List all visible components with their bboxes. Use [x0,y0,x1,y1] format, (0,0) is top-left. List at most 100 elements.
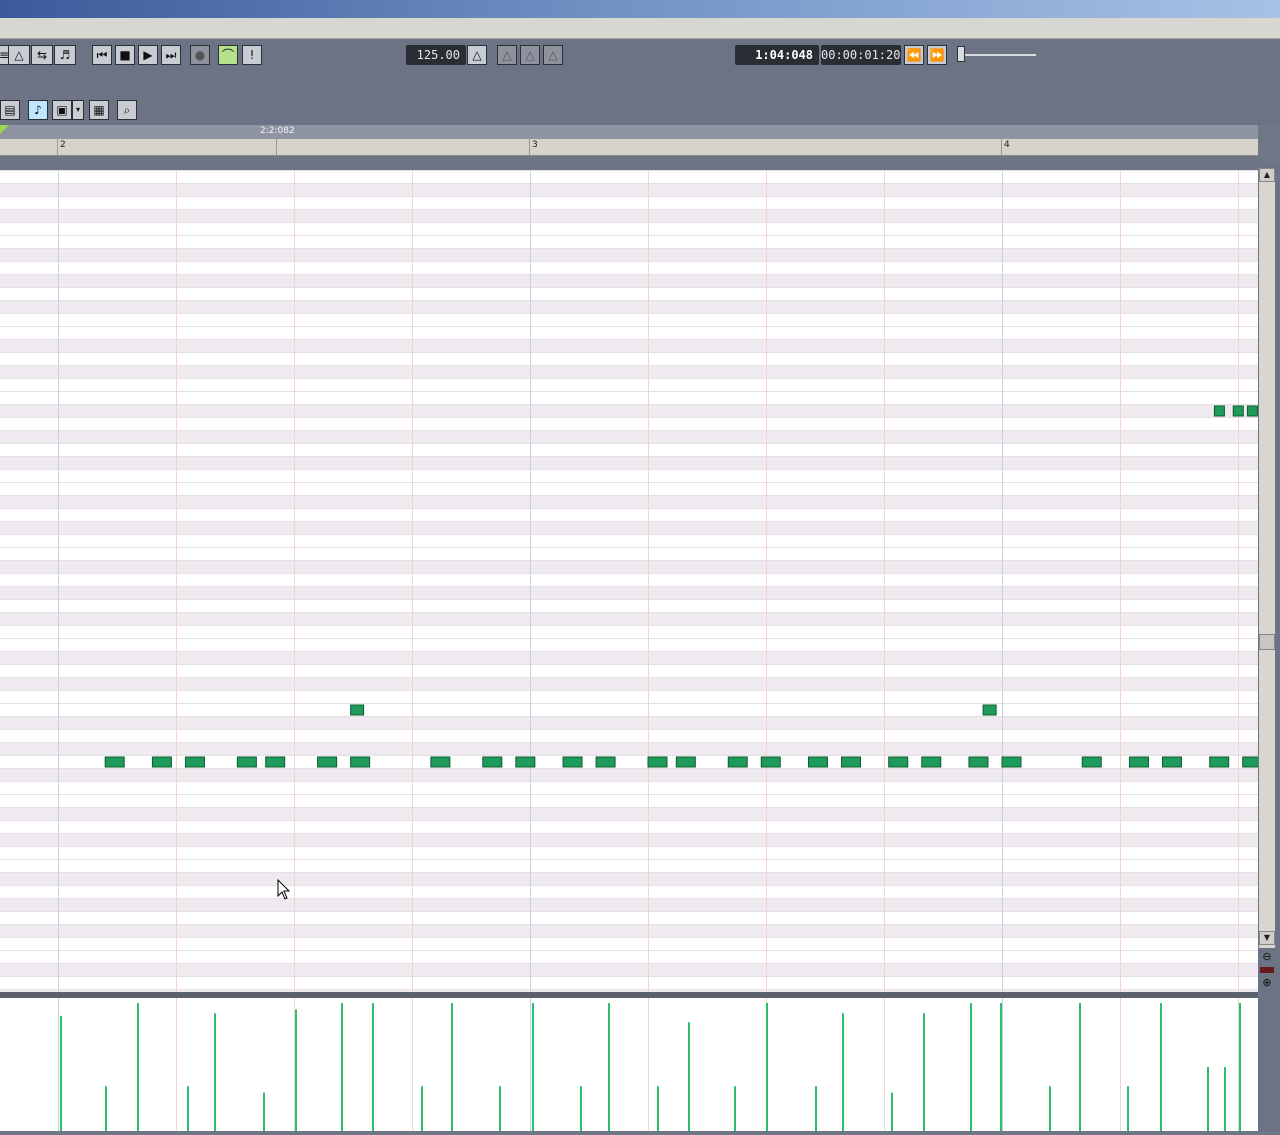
position-readout[interactable]: 1:04:048 [735,45,819,65]
midi-note-low [265,756,286,768]
key-row [0,950,1258,963]
position-slider-track[interactable] [960,54,1036,56]
midi-note-low [888,756,909,768]
velocity-canvas[interactable] [0,998,1258,1131]
midi-note-low [1081,756,1102,768]
velocity-lane[interactable] [0,998,1258,1131]
punch-button[interactable]: ! [242,45,262,65]
ruler-bar-4: 4 [1004,140,1010,150]
track-pane-button[interactable]: ▤ [0,100,20,120]
tempo-readout[interactable]: 125.00 [406,45,466,65]
key-row [0,690,1258,703]
key-row [0,547,1258,560]
search-icon: ⌕ [123,103,131,117]
ruler-tick [276,139,277,155]
midi-note-low [968,756,989,768]
marker-strip[interactable] [0,125,1258,139]
position-slider-thumb[interactable] [957,46,965,62]
midi-note-low [515,756,536,768]
vertical-scrollbar[interactable] [1259,168,1275,948]
key-row [0,495,1258,508]
midi-note-low [184,756,205,768]
midi-note-low [760,756,781,768]
fast-forward-button[interactable]: ⏩ [927,45,947,65]
key-row [0,742,1258,755]
zoom-in-button[interactable]: ⊕ [1260,976,1274,989]
punch-icon: ! [249,48,255,62]
key-row [0,287,1258,300]
play-button[interactable]: ▶ [138,45,158,65]
key-row [0,339,1258,352]
go-to-end-icon: ⏭ [165,48,177,62]
key-row [0,469,1258,482]
time-ruler[interactable] [0,139,1258,156]
stop-button[interactable]: ■ [115,45,135,65]
midi-note-high [1213,405,1225,417]
view-tool-button[interactable]: ▣ [52,100,72,120]
tempo-tap-button[interactable]: △ [467,45,487,65]
midi-note-low [562,756,583,768]
midi-note-low [482,756,503,768]
record-button[interactable]: ● [190,45,210,65]
midi-note-low [350,756,371,768]
midi-note-low [1209,756,1230,768]
menu-bar [0,18,1280,39]
key-row [0,768,1258,781]
key-row [0,651,1258,664]
go-to-start-button[interactable]: ⏮ [92,45,112,65]
note-tool-button[interactable]: ♪ [28,100,48,120]
zoom-in-icon: ⊕ [1262,976,1272,989]
tempo-preset-3-button[interactable]: △ [543,45,563,65]
mouse-cursor-icon [277,879,291,900]
piano-roll-canvas[interactable] [0,170,1263,1002]
time-readout[interactable]: 00:00:01:20 [821,45,901,65]
zoom-tool-button[interactable]: ⌕ [117,100,137,120]
key-row [0,625,1258,638]
key-row [0,586,1258,599]
metronome-button[interactable]: ⌒ [218,45,238,65]
key-row [0,170,1258,183]
zoom-out-button[interactable]: ⊖ [1260,950,1274,963]
scroll-down-button[interactable]: ▼ [1259,931,1275,945]
rewind-button[interactable]: ⏪ [904,45,924,65]
key-row [0,716,1258,729]
scroll-thumb[interactable] [1259,634,1275,650]
ruler-bar-3: 3 [532,140,538,150]
key-row [0,820,1258,833]
keyboard-tool-button[interactable]: ♬ [54,45,76,65]
view-dropdown-button[interactable]: ▾ [72,100,84,120]
piano-roll-grid[interactable] [0,170,1263,1002]
midi-note-low [727,756,748,768]
tempo-preset-2-button[interactable]: △ [520,45,540,65]
grid-header-gap [0,156,1258,170]
quantize-tool-button[interactable]: ⇆ [31,45,53,65]
midi-note-low [1001,756,1022,768]
key-row [0,352,1258,365]
key-row [0,599,1258,612]
key-row [0,677,1258,690]
filter-tool-button[interactable]: ▦ [89,100,109,120]
key-row [0,664,1258,677]
key-row [0,326,1258,339]
key-row [0,703,1258,716]
ruler-tick [529,139,530,155]
marker-label: 2:2:082 [260,126,295,136]
scroll-up-button[interactable]: ▲ [1259,168,1275,182]
zoom-level-bar[interactable] [1260,967,1274,973]
snap-tool-button[interactable]: △ [8,45,30,65]
key-row [0,248,1258,261]
key-row [0,833,1258,846]
key-row [0,508,1258,521]
key-row [0,378,1258,391]
key-row [0,391,1258,404]
midi-note-low [841,756,862,768]
key-row [0,612,1258,625]
key-row [0,872,1258,885]
midi-note-low [1161,756,1182,768]
ruler-tick [1001,139,1002,155]
key-row [0,963,1258,976]
tempo-preset-1-button[interactable]: △ [497,45,517,65]
midi-note-low [1128,756,1149,768]
midi-note-low [236,756,257,768]
go-to-end-button[interactable]: ⏭ [161,45,181,65]
